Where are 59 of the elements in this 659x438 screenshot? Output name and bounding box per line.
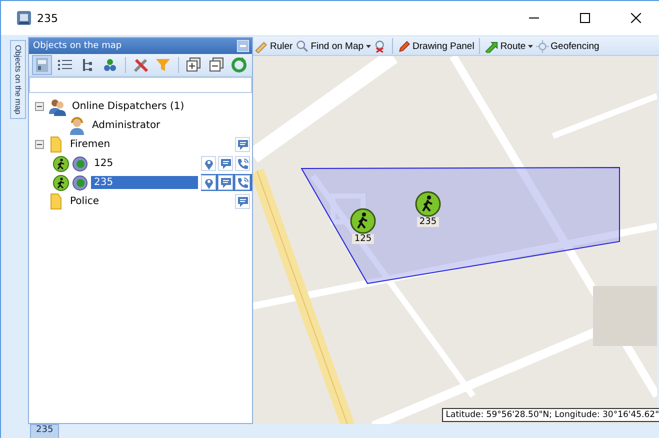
tree-item[interactable]: 125 <box>91 157 116 170</box>
message-button[interactable] <box>235 137 250 152</box>
document-tab[interactable]: 235 <box>30 424 60 438</box>
find-button[interactable]: Find on Map <box>296 40 371 52</box>
message-icon <box>236 138 248 150</box>
people-icon <box>48 98 66 116</box>
expand-all-icon[interactable] <box>186 57 202 73</box>
collapse-icon[interactable] <box>34 102 44 111</box>
phone-icon <box>236 158 248 170</box>
collapse-icon[interactable] <box>34 140 44 149</box>
pencil-icon <box>398 40 411 52</box>
search-field[interactable] <box>29 77 252 93</box>
marker-label: 125 <box>352 234 374 244</box>
walking-person-icon <box>415 191 441 217</box>
side-tab[interactable]: Objects on the map <box>10 40 26 120</box>
app-icon <box>16 10 32 26</box>
draw-button[interactable]: Drawing Panel <box>398 40 474 52</box>
message-icon <box>220 158 232 170</box>
person-headset-icon <box>68 116 86 134</box>
message-button[interactable] <box>218 156 233 171</box>
message-icon <box>220 176 232 188</box>
refresh-icon[interactable] <box>231 57 248 73</box>
ruler-button[interactable]: Ruler <box>255 40 293 52</box>
message-button[interactable] <box>218 175 233 190</box>
maximize-icon[interactable] <box>580 13 590 23</box>
tree-item[interactable]: Police <box>67 195 102 208</box>
phone-icon <box>236 176 248 188</box>
marker-label: 235 <box>417 217 439 227</box>
panel-title: Objects on the map <box>33 41 122 51</box>
call-button[interactable] <box>235 175 250 190</box>
locate-button[interactable] <box>201 156 216 171</box>
map-pin-icon <box>202 176 214 188</box>
map-pin-icon <box>202 158 214 170</box>
tree-item[interactable]: Administrator <box>89 119 164 132</box>
coordinates-tooltip: Latitude: 59°56'28.50"N; Longitude: 30°16'45.62" <box>442 408 659 422</box>
message-button[interactable] <box>235 194 250 209</box>
walking-person-icon <box>350 208 376 234</box>
tree-item[interactable]: Firemen <box>67 138 114 151</box>
locate-button[interactable] <box>201 175 216 190</box>
call-button[interactable] <box>235 156 250 171</box>
crosshair-icon <box>536 40 549 52</box>
search-clear-icon[interactable] <box>374 40 387 52</box>
search-icon <box>296 40 309 52</box>
walking-person-icon <box>53 174 69 190</box>
folder-icon <box>48 192 64 210</box>
ruler-icon <box>255 40 268 52</box>
walking-person-icon <box>53 156 69 172</box>
tree-item[interactable]: Online Dispatchers (1) <box>69 100 188 113</box>
folder-icon <box>48 136 64 154</box>
window-title: 235 <box>37 12 58 24</box>
route-button[interactable]: Route <box>485 40 533 52</box>
geofence-button[interactable]: Geofencing <box>536 40 600 52</box>
close-icon[interactable] <box>631 13 641 23</box>
message-icon <box>236 196 248 208</box>
collapse-all-icon[interactable] <box>208 57 225 73</box>
tree-item[interactable]: 235 <box>91 176 198 189</box>
arrow-icon <box>485 40 498 52</box>
list-icon[interactable] <box>56 57 73 73</box>
circles-icon[interactable] <box>102 57 118 73</box>
